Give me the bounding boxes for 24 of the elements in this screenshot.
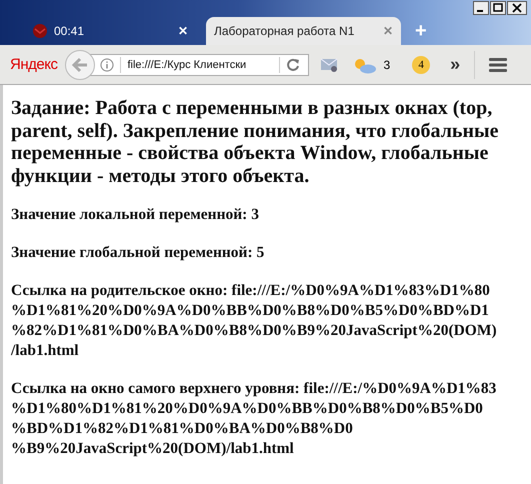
task-heading: Задание: Работа с переменными в разных окнах (top, parent, self). Закрепление понимания, что глобальные переменные - свойства объекта Window, глобальные функции - методы этого объекта. <box>11 97 500 187</box>
menu-icon[interactable] <box>489 58 508 72</box>
result-text: Значение глобальной переменной: 5 <box>11 243 266 263</box>
minimize-icon[interactable] <box>473 1 489 15</box>
overflow-button[interactable]: » <box>450 54 460 75</box>
info-icon[interactable] <box>100 58 114 72</box>
result-text: Ссылка на родительское окно: file:///E:/%D0%9A%D1%83%D1%80 %D1%81%20%D0%9A%D0%BB%D0%B8%D0%B5%D0%BD%D1 %82%D1%81%D0%BA%D0%B8%D0%B9%20JavaScript%20(DOM) /lab1.html <box>11 281 498 361</box>
result-text: Значение локальной переменной: 3 <box>11 205 260 225</box>
tab-title: 00:41 <box>54 24 86 38</box>
maximize-icon[interactable] <box>490 1 506 15</box>
browser-tab[interactable]: Лабораторная работа N1 ✕ <box>206 17 401 45</box>
yandex-logo[interactable]: Яндекс <box>10 56 58 73</box>
close-icon[interactable] <box>507 1 527 15</box>
address-field[interactable]: file:///E:/Курс Клиентски <box>89 54 310 76</box>
back-arrow-icon <box>71 56 90 72</box>
tab-title: Лабораторная работа N1 <box>214 24 356 38</box>
notification-badge[interactable]: 4 <box>412 56 430 74</box>
close-tab-button[interactable]: ✕ <box>178 24 188 38</box>
mail-icon[interactable] <box>321 58 340 72</box>
address-text: file:///E:/Курс Клиентски <box>127 58 248 70</box>
result-text: Ссылка на окно самого верхнего уровня: file:///E:/%D0%9A%D1%83 %D1%80%D1%81%20%D0%9A%D0%BB%D0%B8%D0%B5%D0 %BD%D1%82%D1%81%D0%BA%D0%B8%D0 %B9%20JavaScript%20(DOM)/lab1.html <box>11 379 498 459</box>
weather-temperature: 3 <box>383 58 390 72</box>
browser-tab[interactable]: 00:41 ✕ <box>16 17 196 45</box>
reload-icon[interactable] <box>286 58 300 72</box>
